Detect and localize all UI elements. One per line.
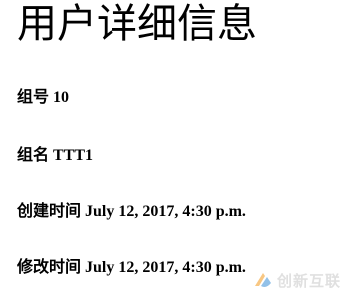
field-value: July 12, 2017, 4:30 p.m. bbox=[85, 203, 246, 220]
field-value: July 12, 2017, 4:30 p.m. bbox=[85, 259, 246, 276]
watermark: 创新互联 bbox=[252, 269, 341, 291]
page-title: 用户详细信息 bbox=[17, 1, 257, 47]
field-group-name: 组名 TTT1 bbox=[17, 146, 93, 166]
field-label: 修改时间 bbox=[17, 259, 82, 276]
field-created-time: 创建时间 July 12, 2017, 4:30 p.m. bbox=[17, 202, 246, 222]
field-value: TTT1 bbox=[53, 147, 94, 164]
field-label: 组名 bbox=[17, 147, 50, 164]
field-modified-time: 修改时间 July 12, 2017, 4:30 p.m. bbox=[17, 258, 246, 278]
field-group-id: 组号 10 bbox=[17, 88, 69, 108]
brand-logo-icon bbox=[252, 269, 274, 291]
watermark-text: 创新互联 bbox=[276, 271, 341, 290]
field-value: 10 bbox=[53, 89, 70, 106]
field-label: 创建时间 bbox=[17, 203, 82, 220]
field-label: 组号 bbox=[17, 89, 50, 106]
